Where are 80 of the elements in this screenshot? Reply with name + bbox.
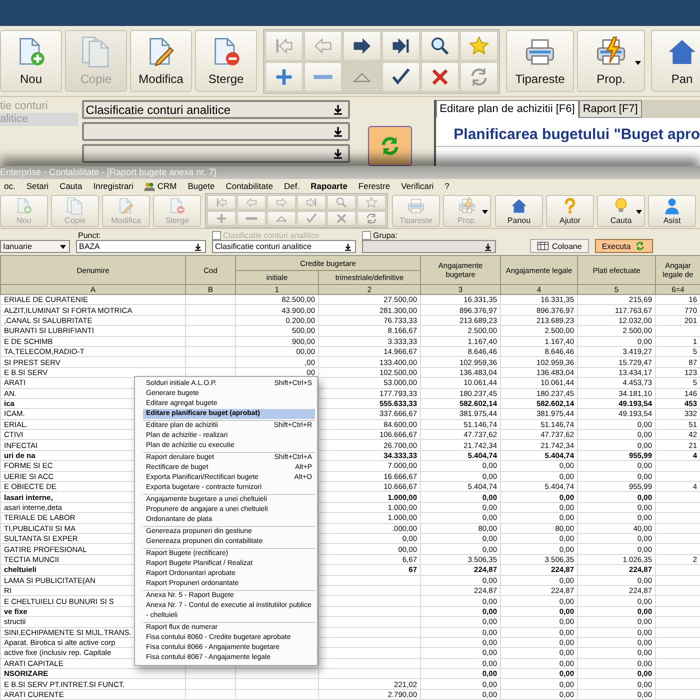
toolbar-button[interactable]: Sterge bbox=[195, 30, 257, 92]
star-icon bbox=[365, 196, 378, 209]
toolbar-button[interactable]: Nou bbox=[0, 30, 62, 92]
toolbar-button[interactable]: Ajutor bbox=[546, 194, 594, 226]
caret-icon bbox=[635, 61, 641, 65]
tab[interactable]: Editare plan de achizitii [F6] bbox=[436, 100, 579, 118]
star-icon bbox=[468, 34, 490, 56]
refresh-button[interactable] bbox=[368, 126, 412, 166]
delete-document-icon bbox=[168, 196, 186, 214]
menu-item[interactable]: Cauta bbox=[56, 181, 86, 191]
menu-item[interactable]: Setari bbox=[22, 181, 53, 191]
nav-button[interactable] bbox=[382, 30, 420, 60]
menu-item[interactable]: Verificari bbox=[397, 181, 438, 191]
printer-icon bbox=[407, 196, 425, 214]
checkmark-icon bbox=[390, 66, 412, 88]
dropdown-arrow-icon bbox=[332, 148, 343, 159]
plus-icon bbox=[215, 212, 228, 225]
month-select[interactable]: Ianuarie bbox=[0, 240, 70, 253]
group-select[interactable] bbox=[362, 240, 496, 253]
select-field[interactable] bbox=[82, 122, 350, 141]
tab[interactable]: Raport [F7] bbox=[578, 100, 642, 118]
caret-icon bbox=[482, 210, 488, 214]
nav-button[interactable] bbox=[343, 30, 381, 60]
toolbar-button[interactable]: Modifica bbox=[130, 30, 192, 92]
house-icon bbox=[510, 196, 528, 214]
page-heading: Planificarea bugetului "Buget apro bbox=[436, 126, 700, 147]
window-title: Enterprise - Contabilitate - [Raport bugete anexa nr. 7] bbox=[0, 166, 700, 179]
refresh-icon bbox=[365, 212, 378, 225]
classification-select[interactable]: Clasificatie conturi analitice bbox=[82, 100, 350, 119]
copy-icon bbox=[66, 196, 84, 214]
left-arrow-icon bbox=[245, 196, 258, 209]
toolbar-button[interactable]: Tipareste bbox=[506, 30, 574, 92]
search-icon bbox=[429, 34, 451, 56]
menu-item[interactable]: Inregistrari bbox=[89, 181, 138, 191]
right-arrow-icon bbox=[275, 196, 288, 209]
people-icon bbox=[144, 182, 156, 190]
toolbar-button[interactable]: Prop. bbox=[577, 30, 645, 92]
columns-button[interactable]: Coloane bbox=[530, 239, 589, 253]
last-arrow-icon bbox=[305, 196, 318, 209]
dropdown-arrow-icon bbox=[484, 242, 492, 250]
menu-item[interactable]: Def. bbox=[280, 181, 304, 191]
nav-button[interactable] bbox=[421, 62, 459, 92]
new-document-icon bbox=[15, 196, 33, 214]
group-checkbox[interactable]: Grupa: bbox=[362, 231, 496, 240]
person-icon bbox=[663, 196, 681, 214]
caret-icon bbox=[636, 210, 642, 214]
checkmark-icon bbox=[305, 212, 318, 225]
menu-item[interactable]: CRM bbox=[140, 181, 181, 191]
menu-item[interactable]: ? bbox=[440, 181, 454, 191]
field-label: Punct: bbox=[77, 231, 102, 240]
printer-bolt-icon bbox=[458, 196, 476, 214]
minus-icon bbox=[245, 216, 258, 221]
dropdown-arrow-icon bbox=[332, 104, 343, 115]
classification-select[interactable]: Clasificatie conturi analitice bbox=[212, 240, 356, 253]
dropdown-arrow-icon bbox=[344, 242, 352, 250]
punct-select[interactable]: BAZA bbox=[76, 240, 206, 253]
run-button[interactable]: Executa bbox=[594, 239, 653, 253]
cross-icon bbox=[335, 212, 348, 225]
dropdown-arrow-icon bbox=[194, 242, 202, 250]
menu-item[interactable]: Bugete bbox=[184, 181, 219, 191]
nav-button[interactable] bbox=[382, 62, 420, 92]
edit-pencil-icon bbox=[117, 196, 135, 214]
minus-icon bbox=[312, 72, 334, 80]
nav-button[interactable] bbox=[265, 62, 303, 92]
table-columns-icon bbox=[537, 241, 549, 251]
toolbar-button[interactable]: Asist bbox=[648, 194, 696, 226]
caret-icon bbox=[60, 244, 66, 248]
dropdown-arrow-icon bbox=[332, 126, 343, 137]
menu-item[interactable]: Contabilitate bbox=[222, 181, 277, 191]
select-field[interactable] bbox=[82, 144, 350, 163]
menu-item[interactable]: oc. bbox=[0, 181, 20, 191]
toolbar-button[interactable]: Panou bbox=[495, 194, 543, 226]
menu-item[interactable]: Rapoarte bbox=[306, 181, 352, 191]
nav-button[interactable] bbox=[421, 30, 459, 60]
search-icon bbox=[335, 196, 348, 209]
toolbar-button[interactable]: Cauta bbox=[597, 194, 645, 226]
first-arrow-icon bbox=[215, 196, 228, 209]
refresh-icon bbox=[634, 241, 646, 251]
toolbar-button[interactable]: Pan bbox=[651, 30, 700, 92]
menu-item[interactable]: Ferestre bbox=[354, 181, 394, 191]
